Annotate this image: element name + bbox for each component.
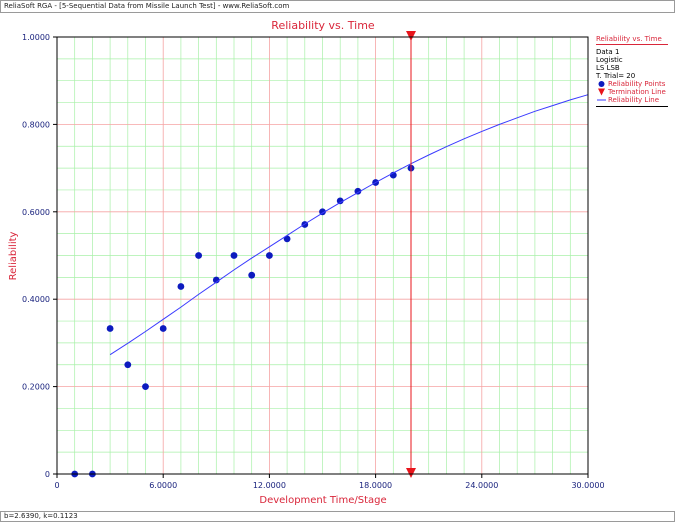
status-bar: b=2.6390, k=0.1123 xyxy=(0,511,675,522)
y-axis-label: Reliability xyxy=(8,231,19,280)
reliability-point xyxy=(195,252,203,259)
legend-label-termination: Termination Line xyxy=(608,88,666,96)
reliability-point xyxy=(124,361,132,369)
legend-info-data: Data 1 xyxy=(596,48,620,56)
status-parameters: b=2.6390, k=0.1123 xyxy=(4,512,78,520)
legend-info-model: Logistic xyxy=(596,56,623,64)
window-title: ReliaSoft RGA - [5-Sequential Data from … xyxy=(4,2,290,10)
reliability-point xyxy=(266,252,273,259)
legend-line-icon xyxy=(597,99,606,101)
reliability-point xyxy=(248,271,256,279)
x-axis-label: Development Time/Stage xyxy=(259,495,386,506)
legend-info-method: LS LSB xyxy=(596,64,620,72)
legend-label-points: Reliability Points xyxy=(608,80,666,88)
legend-item-line: Reliability Line xyxy=(596,96,668,104)
x-tick-label: 0 xyxy=(54,481,59,490)
chart-legend: Reliability vs. Time Data 1 Logistic LS … xyxy=(596,35,668,107)
reliability-line xyxy=(109,94,589,356)
reliability-point xyxy=(177,283,185,290)
legend-bottom-rule xyxy=(596,106,668,107)
reliability-chart: 0 6.0000 12.0000 18.0000 24.0000 30.0000 0 0.20… xyxy=(8,19,605,506)
termination-marker-bottom xyxy=(406,468,416,478)
x-tick-label: 18.0000 xyxy=(359,481,392,490)
y-tick-label: 0.4000 xyxy=(22,295,50,304)
legend-info-trial: T. Trial= 20 xyxy=(596,72,636,80)
reliability-point xyxy=(106,325,114,332)
legend-triangle-icon xyxy=(598,88,605,96)
termination-marker-top xyxy=(406,31,416,41)
x-tick-label: 30.0000 xyxy=(571,481,604,490)
legend-title: Reliability vs. Time xyxy=(596,35,668,45)
y-tick-label: 0.8000 xyxy=(22,120,50,129)
y-tick-label: 0.6000 xyxy=(22,208,50,217)
x-tick-label: 24.0000 xyxy=(465,481,498,490)
y-tick-label: 0 xyxy=(45,470,50,479)
x-tick-label: 12.0000 xyxy=(253,481,286,490)
legend-item-termination: Termination Line xyxy=(596,88,668,96)
chart-grid xyxy=(56,36,589,475)
chart-title: Reliability vs. Time xyxy=(271,19,375,32)
y-tick-label: 0.2000 xyxy=(22,383,50,392)
legend-dot-icon xyxy=(598,81,605,87)
legend-item-points: Reliability Points xyxy=(596,80,668,88)
x-tick-label: 6.0000 xyxy=(149,481,177,490)
reliability-point xyxy=(159,325,167,332)
chart-marks xyxy=(71,31,589,478)
legend-label-line: Reliability Line xyxy=(608,96,660,104)
reliability-point xyxy=(142,383,149,390)
y-tick-label: 1.0000 xyxy=(22,33,50,42)
window-titlebar: ReliaSoft RGA - [5-Sequential Data from … xyxy=(0,0,675,13)
reliability-point xyxy=(230,252,238,259)
